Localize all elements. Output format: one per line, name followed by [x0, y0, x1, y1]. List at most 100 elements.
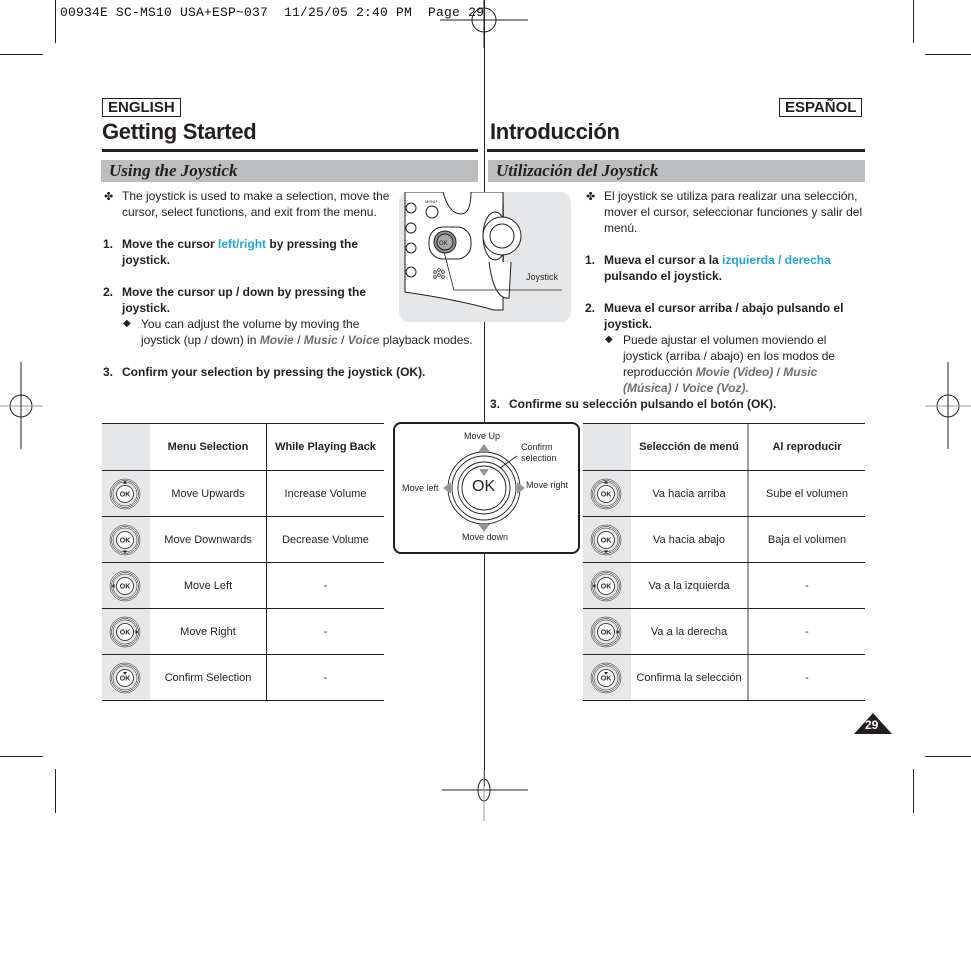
joystick-press-icon: OK — [590, 662, 622, 694]
spanish-note-line2: joystick (arriba / abajo) en los modos d… — [623, 349, 836, 363]
arrow-right-icon — [517, 482, 525, 494]
spanish-intro-line: mover el cursor, seleccionar funciones y… — [604, 205, 863, 219]
menu-button-label: MENU — [425, 199, 437, 204]
table-row: OK Move Right - — [102, 609, 384, 655]
table-row: OK Move Downwards Decrease Volume — [102, 517, 384, 563]
svg-text:OK: OK — [601, 492, 612, 499]
spanish-intro: El joystick se utiliza para realizar una… — [604, 188, 862, 236]
table-row: OK Confirma la selección - — [583, 655, 865, 701]
joystick-left-icon: OK — [109, 570, 141, 602]
icon-cell: OK — [102, 517, 150, 562]
english-note-text-post: playback modes. — [379, 333, 473, 347]
arrow-left-icon — [443, 482, 451, 494]
press-arrow-icon — [479, 469, 489, 476]
table-header-row: Menu Selection While Playing Back — [102, 424, 384, 471]
joystick-down-icon: OK — [590, 524, 622, 556]
column-header-playback: While Playing Back — [266, 424, 384, 470]
joystick-left-icon: OK — [590, 570, 622, 602]
menu-action-cell: Va a la izquierda — [648, 579, 730, 592]
playback-action-cell: - — [747, 655, 865, 700]
icon-column-header — [583, 424, 631, 470]
spanish-note-text: reproducción — [623, 365, 696, 379]
joystick-up-icon: OK — [590, 478, 622, 510]
spanish-step1-number: 1. — [585, 253, 596, 267]
english-section-heading-text: Using the Joystick — [109, 161, 238, 180]
column-header-playback: Al reproducir — [747, 424, 865, 470]
menu-action-cell: Move Left — [183, 579, 233, 592]
camcorder-illustration: OK MENU — [404, 191, 562, 311]
svg-text:OK: OK — [120, 630, 131, 637]
english-intro-line: The joystick is used to make a selection… — [122, 189, 390, 203]
icon-cell: OK — [102, 655, 150, 700]
joystick-right-icon: OK — [590, 616, 622, 648]
english-intro-line: cursor, select functions, and exit from … — [122, 205, 377, 219]
icon-cell: OK — [583, 471, 631, 516]
spanish-step2-line2: joystick. — [604, 317, 653, 331]
spanish-title-rule — [487, 149, 865, 152]
spanish-section-heading: Utilización del Joystick — [488, 160, 865, 182]
playback-action-cell: - — [266, 655, 384, 700]
spanish-step1-text: Mueva el cursor a la — [604, 253, 723, 267]
english-lang-badge: ENGLISH — [102, 98, 181, 117]
spanish-step1: Mueva el cursor a la izquierda / derecha… — [604, 252, 831, 284]
spanish-page-title: Introducción — [490, 119, 620, 144]
svg-text:OK: OK — [120, 538, 131, 545]
playback-action-cell: Baja el volumen — [747, 517, 865, 562]
playback-action-cell: - — [747, 563, 865, 608]
spanish-section-heading-text: Utilización del Joystick — [496, 161, 659, 180]
english-step2-line2: joystick. — [122, 301, 171, 315]
separator: / — [337, 333, 348, 347]
table-row: OK Move Upwards Increase Volume — [102, 471, 384, 517]
joystick-direction-diagram: OK Move Up Move down Move left Move righ… — [393, 422, 580, 554]
english-step1-highlight: left/right — [218, 237, 267, 251]
label-move-left: Move left — [402, 483, 439, 493]
english-note-text: joystick (up / down) in — [141, 333, 260, 347]
table-row: OK Va hacia arriba Sube el volumen — [583, 471, 865, 517]
icon-cell: OK — [583, 517, 631, 562]
joystick-down-icon: OK — [109, 524, 141, 556]
svg-text:OK: OK — [601, 630, 612, 637]
english-section-heading: Using the Joystick — [101, 160, 478, 182]
column-header-menu: Selección de menú — [639, 441, 739, 453]
menu-action-cell: Confirm Selection — [164, 671, 252, 684]
mode-musica: (Música) — [623, 381, 672, 395]
page-number: 29 — [865, 718, 879, 732]
mode-music: Music — [783, 365, 818, 379]
svg-text:OK: OK — [120, 676, 131, 683]
playback-action-cell: Increase Volume — [266, 471, 384, 516]
svg-text:OK: OK — [120, 492, 131, 499]
cross-bullet-icon: ✤ — [586, 191, 596, 203]
spanish-note: Puede ajustar el volumen moviendo el joy… — [623, 332, 835, 396]
mode-voice: Voice — [347, 333, 380, 347]
menu-action-cell: Confirma la selección — [636, 671, 742, 684]
svg-text:OK: OK — [601, 676, 612, 683]
column-header-menu: Menu Selection — [167, 441, 249, 453]
ok-button-label: OK — [439, 241, 448, 247]
spanish-lang-badge: ESPAÑOL — [779, 98, 863, 117]
label-move-right: Move right — [526, 480, 569, 490]
svg-text:OK: OK — [601, 538, 612, 545]
page-number-badge: 29 — [854, 713, 892, 740]
spanish-step1-line2: pulsando el joystick. — [604, 269, 723, 283]
spanish-intro-line: El joystick se utiliza para realizar una… — [604, 189, 858, 203]
english-step2-line1: Move the cursor up / down by pressing th… — [122, 285, 367, 299]
spanish-note-line1: Puede ajustar el volumen moviendo el — [623, 333, 827, 347]
label-confirm-line1: Confirm — [521, 442, 553, 452]
english-step1-text: Move the cursor — [122, 237, 219, 251]
playback-action-cell: - — [266, 609, 384, 654]
mode-voice: Voice (Voz). — [681, 381, 749, 395]
table-row: OK Move Left - — [102, 563, 384, 609]
english-step1: Move the cursor left/right by pressing t… — [122, 236, 358, 268]
spanish-step1-highlight: izquierda / derecha — [722, 253, 831, 267]
arrow-down-icon — [478, 524, 490, 532]
menu-action-cell: Move Downwards — [164, 533, 252, 546]
mode-movie: Movie (Video) — [695, 365, 774, 379]
english-step2: Move the cursor up / down by pressing th… — [122, 284, 366, 316]
spanish-intro-line: menú. — [604, 221, 638, 235]
spanish-step2-number: 2. — [585, 301, 596, 315]
english-step3-number: 3. — [103, 365, 114, 379]
english-page-title: Getting Started — [102, 119, 257, 144]
joystick-callout: Joystick — [526, 272, 559, 282]
joystick-right-icon: OK — [109, 616, 141, 648]
menu-action-cell: Va hacia arriba — [652, 487, 726, 500]
